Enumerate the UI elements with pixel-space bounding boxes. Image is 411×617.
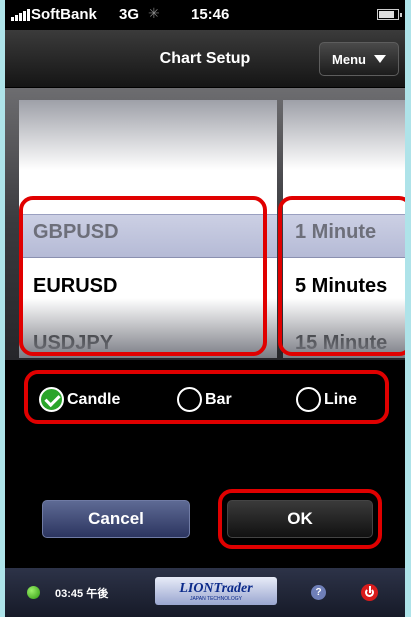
app-screen: SoftBank 3G ✳ 15:46 Chart Setup Menu GBP… xyxy=(5,0,405,617)
bottom-bar: 03:45 午後 LIONTrader JAPAN TECHNOLOGY ? xyxy=(5,568,405,617)
battery-icon xyxy=(377,9,402,20)
ok-highlight-box xyxy=(218,489,382,549)
chevron-down-icon xyxy=(373,55,386,63)
network-type: 3G xyxy=(119,6,140,23)
carrier-name: SoftBank xyxy=(31,6,97,23)
liontrader-logo: LIONTrader JAPAN TECHNOLOGY xyxy=(155,577,277,605)
help-icon[interactable]: ? xyxy=(311,585,326,600)
navigation-bar: Chart Setup Menu xyxy=(5,30,405,88)
signal-icon xyxy=(11,9,30,21)
menu-button[interactable]: Menu xyxy=(319,42,399,76)
activity-spinner-icon: ✳ xyxy=(148,5,160,21)
status-bar: SoftBank 3G ✳ 15:46 xyxy=(5,0,405,30)
logo-tagline: JAPAN TECHNOLOGY xyxy=(189,595,243,602)
symbol-highlight-box xyxy=(19,196,267,356)
connection-status-icon xyxy=(27,586,40,599)
menu-button-label: Menu xyxy=(332,51,366,67)
status-time: 15:46 xyxy=(191,6,230,23)
logo-brand: LIONTrader xyxy=(179,580,253,596)
timeframe-highlight-box xyxy=(278,196,405,356)
chart-type-highlight-box xyxy=(24,370,389,424)
clock-text: 03:45 午後 xyxy=(55,588,109,600)
power-icon[interactable] xyxy=(361,584,378,601)
cancel-button[interactable]: Cancel xyxy=(42,500,190,538)
